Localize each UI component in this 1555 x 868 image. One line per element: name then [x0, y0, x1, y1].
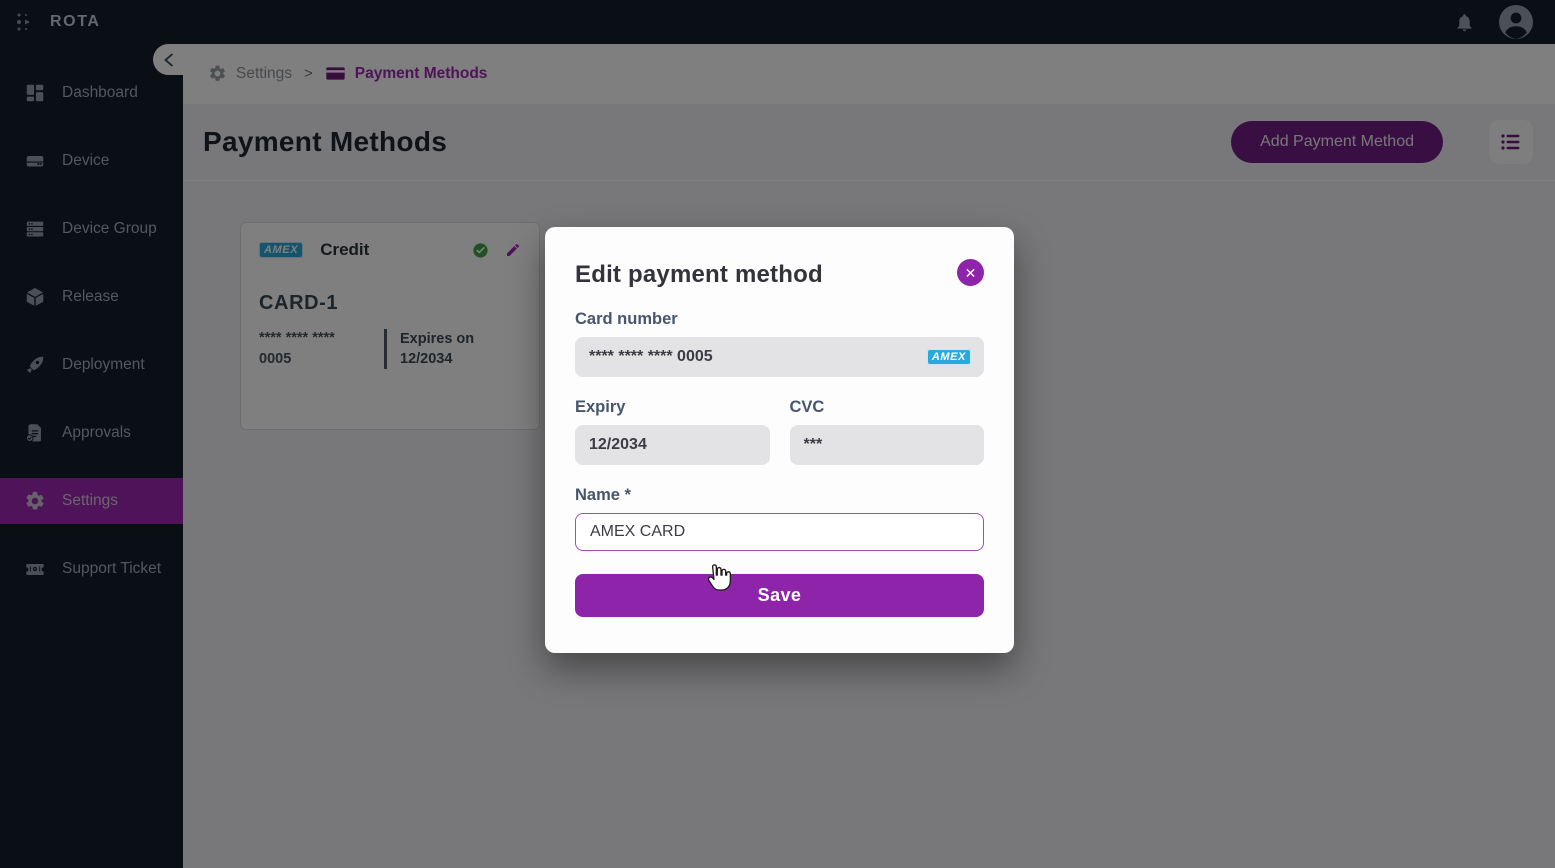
card-number-input	[575, 337, 984, 377]
name-input[interactable]	[575, 513, 984, 551]
edit-payment-method-modal: Edit payment method ✕ Card number AMEX E…	[545, 227, 1014, 653]
cvc-field-col: CVC	[790, 377, 985, 465]
expiry-label: Expiry	[575, 398, 770, 417]
card-number-field-wrap: AMEX	[575, 337, 984, 377]
cvc-input	[790, 425, 985, 465]
save-button[interactable]: Save	[575, 574, 984, 617]
name-label: Name *	[575, 486, 984, 505]
expiry-input	[575, 425, 770, 465]
modal-header: Edit payment method ✕	[575, 261, 984, 289]
expiry-field-col: Expiry	[575, 377, 770, 465]
amex-logo: AMEX	[927, 349, 971, 365]
modal-title: Edit payment method	[575, 261, 823, 289]
expiry-cvc-row: Expiry CVC	[575, 377, 984, 465]
close-icon[interactable]: ✕	[957, 259, 984, 286]
cvc-label: CVC	[790, 398, 985, 417]
app-root: ROTA	[0, 0, 1555, 868]
card-number-label: Card number	[575, 310, 984, 329]
